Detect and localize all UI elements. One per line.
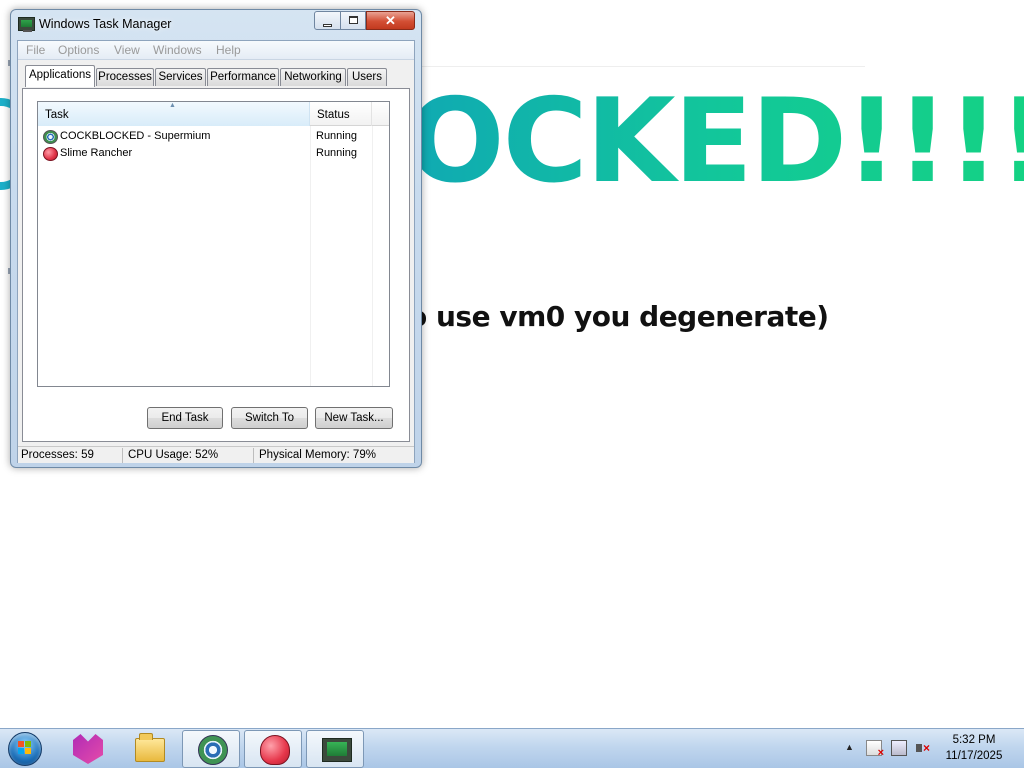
close-icon: ✕ <box>385 13 396 28</box>
task-name: Slime Rancher <box>60 147 133 159</box>
status-separator <box>253 448 254 463</box>
background-subline: o use vm0 you degenerate) <box>408 300 829 333</box>
menu-file[interactable]: File <box>26 43 45 57</box>
volume-muted-icon[interactable] <box>915 740 931 756</box>
show-hidden-icons-button[interactable]: ▲ <box>845 742 854 752</box>
list-header: ▲ Task Status <box>38 102 389 126</box>
new-task-button[interactable]: New Task... <box>315 407 393 429</box>
action-center-icon[interactable] <box>866 740 884 759</box>
task-status: Running <box>316 130 357 142</box>
start-button[interactable] <box>2 730 48 768</box>
column-divider <box>372 126 373 386</box>
windows-logo-icon <box>18 741 32 755</box>
applications-panel: ▲ Task Status COCKBLOCKED - Supermium Ru… <box>22 88 410 442</box>
window-title: Windows Task Manager <box>39 17 172 31</box>
fox-icon <box>73 734 103 764</box>
column-header-task-label: Task <box>45 109 69 121</box>
status-bar: Processes: 59 CPU Usage: 52% Physical Me… <box>18 446 414 463</box>
taskbar-button-fox[interactable] <box>58 730 116 768</box>
column-divider <box>310 126 311 386</box>
status-separator <box>122 448 123 463</box>
maximize-icon <box>348 16 358 24</box>
task-manager-icon <box>322 738 352 762</box>
minimize-icon <box>323 24 332 27</box>
switch-to-button[interactable]: Switch To <box>231 407 308 429</box>
task-manager-icon <box>18 17 35 32</box>
task-name: COCKBLOCKED - Supermium <box>60 130 211 142</box>
task-status: Running <box>316 147 357 159</box>
maximize-button[interactable] <box>340 11 366 30</box>
end-task-button[interactable]: End Task <box>147 407 223 429</box>
status-processes: Processes: 59 <box>21 449 94 461</box>
network-icon[interactable] <box>891 740 907 756</box>
tab-strip: Applications Processes Services Performa… <box>18 64 414 89</box>
tab-services[interactable]: Services <box>155 68 206 86</box>
supermium-icon <box>43 130 58 144</box>
taskbar-button-supermium[interactable] <box>182 730 240 768</box>
task-manager-window[interactable]: Windows Task Manager ✕ File Options View… <box>10 9 422 468</box>
supermium-icon <box>198 735 228 765</box>
tab-users[interactable]: Users <box>347 68 387 86</box>
tab-processes[interactable]: Processes <box>96 68 154 86</box>
tab-performance[interactable]: Performance <box>207 68 279 86</box>
column-header-filler <box>372 102 389 126</box>
slime-icon <box>43 147 58 161</box>
window-client-area: File Options View Windows Help Applicati… <box>17 40 415 463</box>
list-item[interactable]: Slime Rancher Running <box>38 145 372 162</box>
tab-networking[interactable]: Networking <box>280 68 346 86</box>
menu-help[interactable]: Help <box>216 43 241 57</box>
column-header-task[interactable]: ▲ Task <box>38 102 310 126</box>
taskbar-button-task-manager[interactable] <box>306 730 364 768</box>
menu-view[interactable]: View <box>114 43 140 57</box>
menu-windows[interactable]: Windows <box>153 43 202 57</box>
clock-date: 11/17/2025 <box>945 750 1003 762</box>
background-headline: OCKED!!!!!!! <box>406 72 1024 212</box>
title-bar[interactable]: Windows Task Manager ✕ <box>11 10 421 38</box>
clock-time: 5:32 PM <box>952 734 996 746</box>
sort-ascending-icon: ▲ <box>169 102 176 109</box>
taskbar-button-explorer[interactable] <box>120 730 178 768</box>
status-physical-memory: Physical Memory: 79% <box>259 449 376 461</box>
status-cpu-usage: CPU Usage: 52% <box>128 449 219 461</box>
close-button[interactable]: ✕ <box>366 11 415 30</box>
tab-applications[interactable]: Applications <box>25 65 95 87</box>
menu-bar: File Options View Windows Help <box>18 41 414 60</box>
menu-options[interactable]: Options <box>58 43 99 57</box>
minimize-button[interactable] <box>314 11 341 30</box>
folder-icon <box>135 733 165 762</box>
slime-icon <box>260 735 290 765</box>
list-item[interactable]: COCKBLOCKED - Supermium Running <box>38 128 372 145</box>
task-list[interactable]: ▲ Task Status COCKBLOCKED - Supermium Ru… <box>37 101 390 387</box>
column-header-status[interactable]: Status <box>310 102 372 126</box>
taskbar-button-slime-rancher[interactable] <box>244 730 302 768</box>
clock[interactable]: 5:32 PM 11/17/2025 <box>935 732 1013 764</box>
background-divider <box>420 66 865 67</box>
taskbar: ▲ 5:32 PM 11/17/2025 <box>0 728 1024 768</box>
